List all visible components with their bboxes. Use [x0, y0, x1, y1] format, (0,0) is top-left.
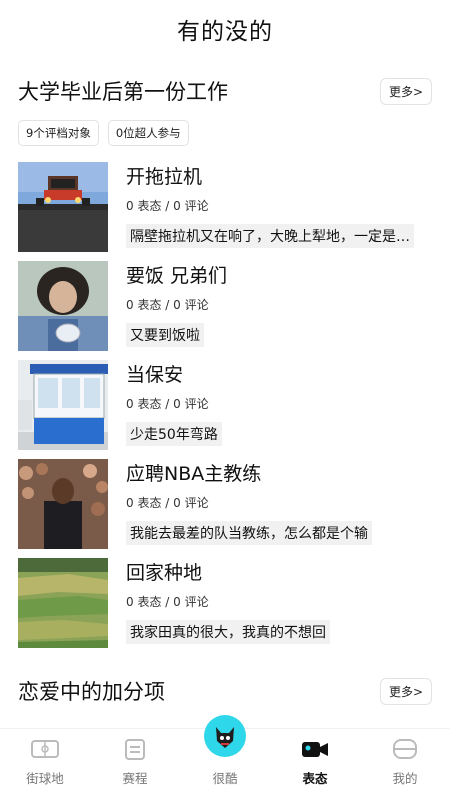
list-item[interactable]: 回家种地 0 表态 / 0 评论 我家田真的很大，我真的不想回 — [18, 558, 432, 657]
item-title: 应聘NBA主教练 — [126, 463, 262, 485]
tag-row: 9个评档对象 0位超人参与 — [18, 120, 432, 146]
item-quote: 少走50年弯路 — [126, 422, 222, 446]
section-header: 大学毕业后第一份工作 更多> — [18, 76, 432, 106]
item-quote: 我家田真的很大，我真的不想回 — [126, 620, 330, 644]
page-title: 有的没的 — [177, 19, 273, 45]
item-quote: 隔壁拖拉机又在响了，大晚上犁地，一定是… — [126, 224, 414, 248]
more-button[interactable]: 更多> — [379, 677, 432, 705]
list-item[interactable]: 当保安 0 表态 / 0 评论 少走50年弯路 — [18, 360, 432, 459]
section-header: 恋爱中的加分项 更多> — [18, 676, 432, 706]
section-love-bonus: 恋爱中的加分项 更多> — [0, 676, 450, 706]
participant-count-tag: 0位超人参与 — [107, 120, 189, 146]
item-list: 开拖拉机 0 表态 / 0 评论 隔壁拖拉机又在响了，大晚上犁地，一定是… 要饭… — [18, 162, 432, 657]
tab-label: 赛程 — [122, 771, 148, 786]
farmland-image — [18, 558, 108, 648]
tab-schedule[interactable]: 赛程 — [90, 729, 180, 800]
tab-court[interactable]: 街球地 — [0, 729, 90, 800]
guard-booth-image — [18, 360, 108, 450]
tab-label: 我的 — [392, 771, 418, 786]
tab-profile[interactable]: 我的 — [360, 729, 450, 800]
list-item[interactable]: 应聘NBA主教练 0 表态 / 0 评论 我能去最差的队当教练，怎么都是个输 — [18, 459, 432, 558]
tab-label: 街球地 — [26, 771, 64, 786]
item-stats: 0 表态 / 0 评论 — [126, 397, 209, 411]
mascot-icon — [204, 715, 246, 757]
item-title: 要饭 兄弟们 — [126, 265, 228, 287]
list-item[interactable]: 开拖拉机 0 表态 / 0 评论 隔壁拖拉机又在响了，大晚上犁地，一定是… — [18, 162, 432, 261]
tab-cool[interactable]: 很酷 — [180, 715, 270, 800]
court-icon — [31, 736, 59, 762]
item-title: 回家种地 — [126, 562, 203, 584]
list-item[interactable]: 要饭 兄弟们 0 表态 / 0 评论 又要到饭啦 — [18, 261, 432, 360]
tab-label: 很酷 — [212, 771, 238, 786]
app-header: 有的没的 — [0, 0, 450, 58]
tractor-image — [18, 162, 108, 252]
item-stats: 0 表态 / 0 评论 — [126, 199, 209, 213]
beggar-image — [18, 261, 108, 351]
section-title: 大学毕业后第一份工作 — [18, 80, 228, 104]
item-stats: 0 表态 / 0 评论 — [126, 496, 209, 510]
section-title: 恋爱中的加分项 — [18, 680, 165, 704]
profile-icon — [392, 736, 418, 762]
item-title: 开拖拉机 — [126, 166, 203, 188]
rating-count-tag: 9个评档对象 — [18, 120, 99, 146]
camera-icon — [301, 736, 329, 762]
tab-stance[interactable]: 表态 — [270, 729, 360, 800]
section-first-job: 大学毕业后第一份工作 更多> 9个评档对象 0位超人参与 开拖拉机 0 表态 /… — [0, 76, 450, 657]
tab-label: 表态 — [302, 771, 328, 786]
item-stats: 0 表态 / 0 评论 — [126, 595, 209, 609]
bottom-tab-bar: 街球地 赛程 很酷 表态 我的 — [0, 715, 450, 800]
item-quote: 我能去最差的队当教练，怎么都是个输 — [126, 521, 372, 545]
item-stats: 0 表态 / 0 评论 — [126, 298, 209, 312]
item-title: 当保安 — [126, 364, 184, 386]
schedule-icon — [124, 736, 146, 762]
coach-image — [18, 459, 108, 549]
item-quote: 又要到饭啦 — [126, 323, 204, 347]
more-button[interactable]: 更多> — [379, 77, 432, 105]
